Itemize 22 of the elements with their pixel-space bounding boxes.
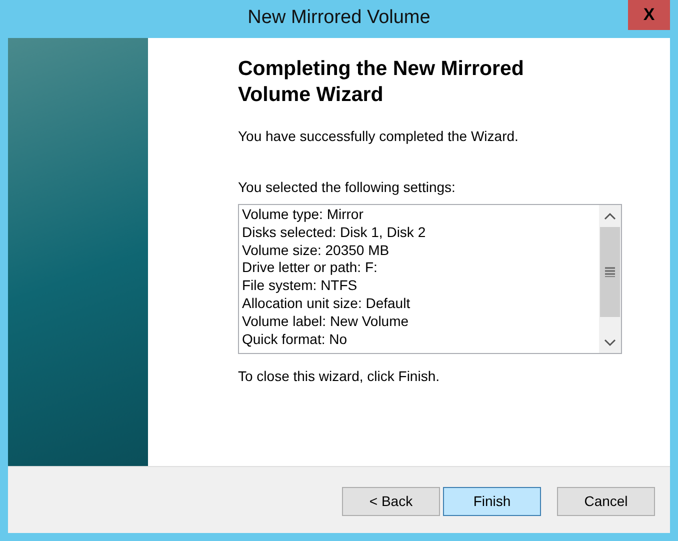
setting-line: Quick format: No — [242, 330, 348, 348]
setting-line: Allocation unit size: Default — [242, 294, 412, 313]
close-button[interactable]: X — [628, 0, 670, 30]
window-title: New Mirrored Volume — [248, 6, 430, 30]
setting-line: Volume label: New Volume — [242, 312, 410, 331]
wizard-button[interactable]: Cancel — [557, 487, 655, 516]
setting-line: Volume type: Mirror — [242, 206, 364, 224]
setting-line: File system: NTFS — [242, 277, 358, 295]
wizard-button[interactable]: < Back — [342, 487, 440, 516]
setting-line: Volume size: 20350 MB — [242, 242, 390, 260]
wizard-button[interactable]: Finish — [443, 487, 541, 516]
wizard-heading: Completing the New Mirrored Volume Wizard — [238, 56, 525, 108]
settings-label: You selected the following settings: — [238, 178, 456, 197]
scroll-down-icon[interactable] — [604, 337, 616, 347]
grip-icon — [605, 267, 615, 277]
success-message: You have successfully completed the Wizard. — [238, 127, 520, 146]
setting-line: Disks selected: Disk 1, Disk 2 — [242, 224, 427, 242]
setting-line: Drive letter or path: F: — [242, 259, 378, 278]
scroll-thumb[interactable] — [600, 227, 620, 317]
close-hint: To close this wizard, click Finish. — [238, 367, 441, 386]
scrollbar[interactable] — [599, 205, 621, 353]
scroll-up-icon[interactable] — [604, 212, 616, 222]
